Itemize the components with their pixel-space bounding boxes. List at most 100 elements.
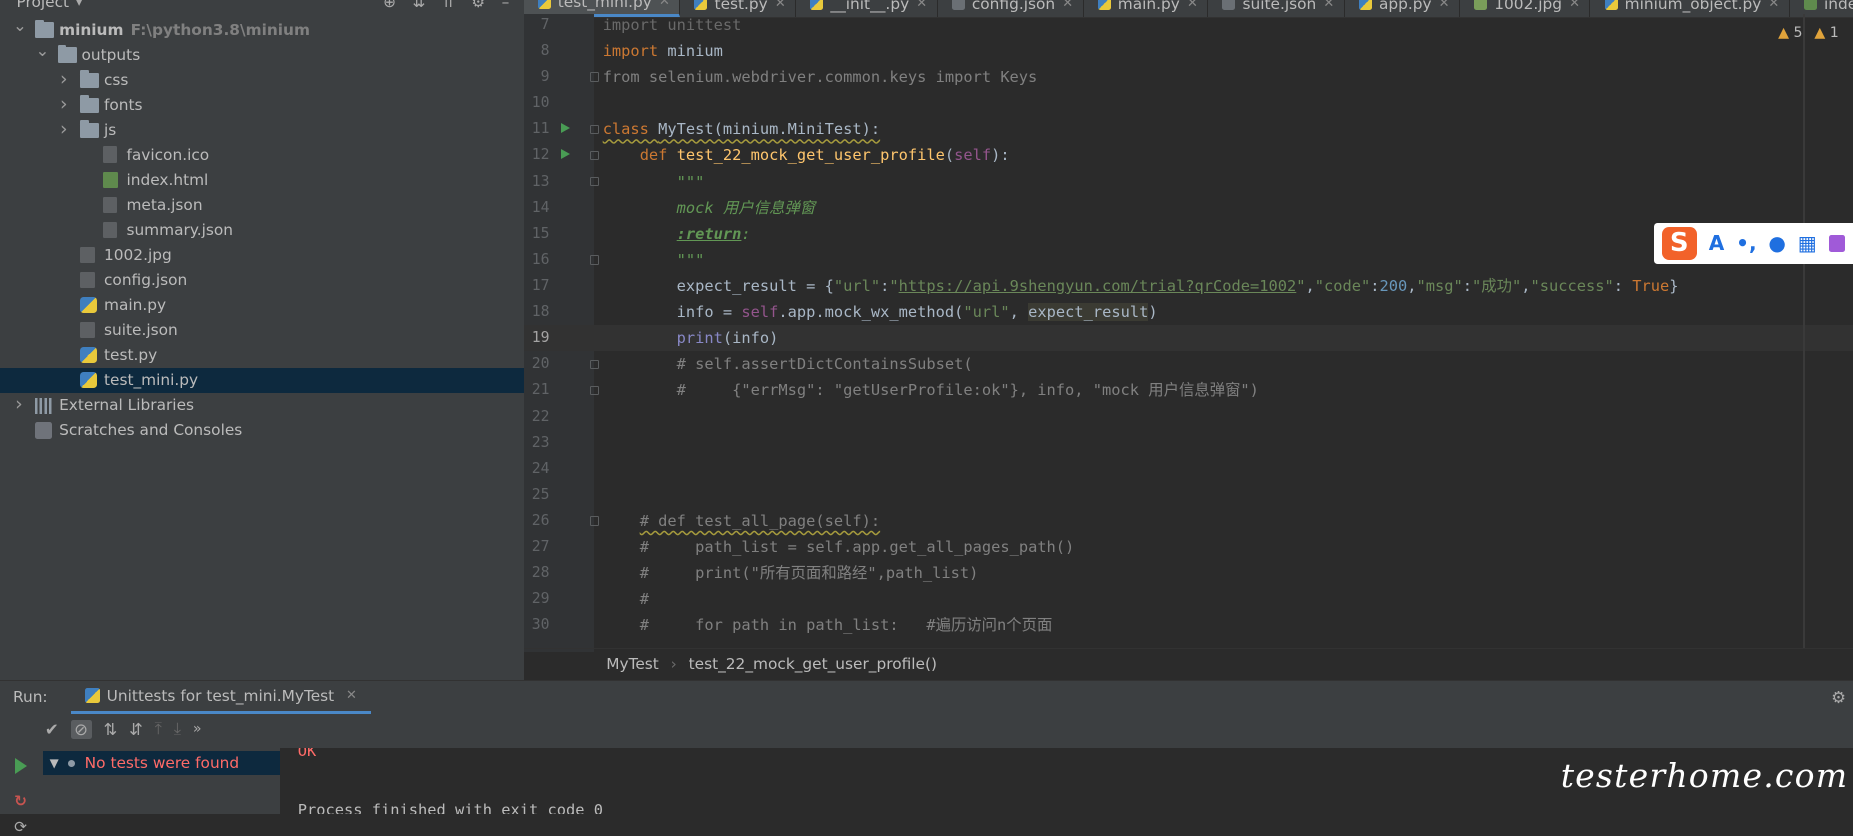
fold-marker-icon[interactable]	[589, 176, 600, 187]
sort-alpha-icon[interactable]: ⇅	[103, 720, 117, 739]
show-passed-icon[interactable]: ✔	[45, 720, 59, 739]
code-line[interactable]: 20 # self.assertDictContainsSubset(	[524, 351, 1853, 377]
tree-item[interactable]: Scratches and Consoles	[0, 418, 524, 443]
weak-warning-count[interactable]: ▲ 1	[1814, 25, 1838, 41]
chevron-down-icon[interactable]: ⌄	[13, 13, 27, 38]
fold-marker-icon[interactable]	[589, 359, 600, 370]
code-line[interactable]: 8 import minium	[524, 38, 1853, 64]
keyboard-icon[interactable]: ▦	[1798, 231, 1817, 255]
fold-marker-icon[interactable]	[589, 124, 600, 134]
code-line[interactable]: 22	[524, 404, 1853, 430]
tree-item[interactable]: › js	[0, 118, 524, 143]
ime-mode-toggle[interactable]: A	[1709, 231, 1725, 255]
code-line[interactable]: 11 class MyTest(minium.MiniTest):	[524, 116, 1853, 142]
code-line[interactable]: 13 """	[524, 169, 1853, 195]
tree-item[interactable]: › fonts	[0, 93, 524, 118]
code-line[interactable]: 28 # print("所有页面和路经",path_list)	[524, 560, 1853, 586]
chevron-right-icon[interactable]: ›	[58, 67, 70, 92]
sort-duration-icon[interactable]: ⇵	[129, 720, 143, 739]
chevron-right-icon[interactable]: ›	[58, 117, 70, 142]
run-tab-label: Unittests for test_mini.MyTest	[106, 686, 335, 705]
tree-item[interactable]: main.py	[0, 293, 524, 318]
tree-item-label: meta.json	[126, 196, 203, 215]
collapse-all-icon[interactable]: ⇈	[442, 0, 455, 11]
run-config-tab[interactable]: Unittests for test_mini.MyTest ✕	[71, 681, 372, 714]
chevron-down-icon[interactable]: ▾	[76, 0, 82, 9]
gear-icon[interactable]: ⚙	[1831, 688, 1846, 707]
code-text: # self.assertDictContainsSubset(	[603, 351, 973, 377]
tree-item[interactable]: › css	[0, 68, 524, 93]
fold-marker-icon[interactable]	[589, 150, 600, 161]
code-line[interactable]: 19 print(info)	[523, 325, 1853, 352]
tree-item[interactable]: ⌄ outputs	[0, 41, 524, 68]
tree-item[interactable]: test.py	[0, 343, 524, 368]
punctuation-icon[interactable]: •,	[1736, 231, 1756, 255]
code-line[interactable]: 30 # for path in path_list: #遍历访问n个页面	[524, 612, 1853, 638]
code-token: 200	[1379, 276, 1408, 295]
code-line[interactable]: 18 info = self.app.mock_wx_method("url",…	[524, 299, 1853, 325]
code-line[interactable]: 9 from selenium.webdriver.common.keys imp…	[524, 64, 1853, 90]
close-icon[interactable]: ✕	[346, 688, 357, 703]
code-line[interactable]: 7 import unittest	[524, 12, 1853, 38]
locate-icon[interactable]: ⊕	[383, 0, 396, 11]
chevron-right-icon[interactable]: ›	[13, 392, 25, 417]
tree-item[interactable]: › External Libraries	[0, 393, 524, 418]
code-token: def	[639, 146, 677, 165]
chevron-right-icon[interactable]: ›	[58, 92, 70, 117]
breadcrumb-class[interactable]: MyTest	[606, 655, 659, 673]
tree-item[interactable]: summary.json	[0, 218, 524, 243]
sogou-logo-icon[interactable]: S	[1661, 226, 1697, 260]
file-icon	[80, 246, 95, 264]
fold-marker-icon[interactable]	[589, 72, 600, 82]
tree-item[interactable]: index.html	[0, 168, 524, 193]
gear-icon[interactable]: ⚙	[471, 0, 485, 11]
tree-item[interactable]: 1002.jpg	[0, 243, 524, 268]
code-line[interactable]: 29 #	[524, 586, 1853, 612]
code-line[interactable]: 24	[524, 456, 1853, 482]
rerun-icon[interactable]	[15, 758, 28, 775]
microphone-icon[interactable]: ●	[1768, 231, 1786, 255]
fold-marker-icon[interactable]	[589, 255, 600, 265]
collapse-all-icon[interactable]: ⤓	[174, 719, 181, 739]
hide-icon[interactable]: –	[502, 0, 510, 11]
warning-count[interactable]: ▲ 5	[1778, 25, 1802, 41]
test-result-row[interactable]: ▼ No tests were found	[42, 751, 281, 776]
tree-item[interactable]: config.json	[0, 268, 524, 293]
run-gutter-icon[interactable]	[561, 149, 570, 160]
project-title[interactable]: Project	[17, 0, 70, 11]
code-token: mock 用户信息弹窗	[676, 198, 816, 217]
fold-marker-icon[interactable]	[589, 516, 600, 526]
code-line[interactable]: 17 expect_result = {"url":"https://api.9…	[524, 273, 1853, 299]
toggle-autotest-icon[interactable]: ⟳	[14, 818, 27, 836]
html-file-icon	[1803, 0, 1817, 11]
tree-item[interactable]: favicon.ico	[0, 143, 524, 168]
chevron-down-icon[interactable]: ▼	[50, 756, 59, 770]
more-icon[interactable]: »	[193, 721, 202, 737]
skin-icon[interactable]	[1828, 235, 1846, 252]
run-gutter-icon[interactable]	[561, 123, 570, 134]
tree-item[interactable]: meta.json	[0, 193, 524, 218]
code-line[interactable]: 23	[524, 430, 1853, 456]
chevron-down-icon[interactable]: ⌄	[35, 38, 49, 63]
code-token: "	[889, 276, 899, 295]
code-line[interactable]: 25	[524, 482, 1853, 508]
show-ignored-icon[interactable]: ⊘	[70, 719, 92, 739]
fold-marker-icon[interactable]	[589, 385, 600, 396]
code-line[interactable]: 21 # {"errMsg": "getUserProfile:ok"}, in…	[524, 377, 1853, 403]
code-line[interactable]: 14 mock 用户信息弹窗	[524, 195, 1853, 221]
code-view[interactable]: 7 import unittest 8 import minium 9 from sele…	[523, 12, 1853, 647]
code-line[interactable]: 26 # def test_all_page(self):	[524, 508, 1853, 534]
code-line[interactable]: 12 def test_22_mock_get_user_profile(sel…	[524, 142, 1853, 168]
rerun-failed-icon[interactable]: ↻	[14, 792, 27, 810]
inspection-widget[interactable]: ▲ 5 ▲ 1	[1778, 25, 1839, 41]
tree-item[interactable]: test_mini.py	[0, 368, 524, 394]
code-token: # def test_all_page(self):	[639, 512, 881, 531]
tree-item[interactable]: suite.json	[0, 318, 524, 343]
code-line[interactable]: 10	[524, 90, 1853, 116]
expand-all-icon[interactable]: ⤒	[155, 719, 162, 739]
code-line[interactable]: 27 # path_list = self.app.get_all_pages_…	[524, 534, 1853, 560]
expand-all-icon[interactable]: ⇊	[413, 0, 426, 11]
tree-item[interactable]: ⌄ minium F:\python3.8\minium	[0, 16, 524, 43]
breadcrumb-method[interactable]: test_22_mock_get_user_profile()	[689, 655, 937, 673]
